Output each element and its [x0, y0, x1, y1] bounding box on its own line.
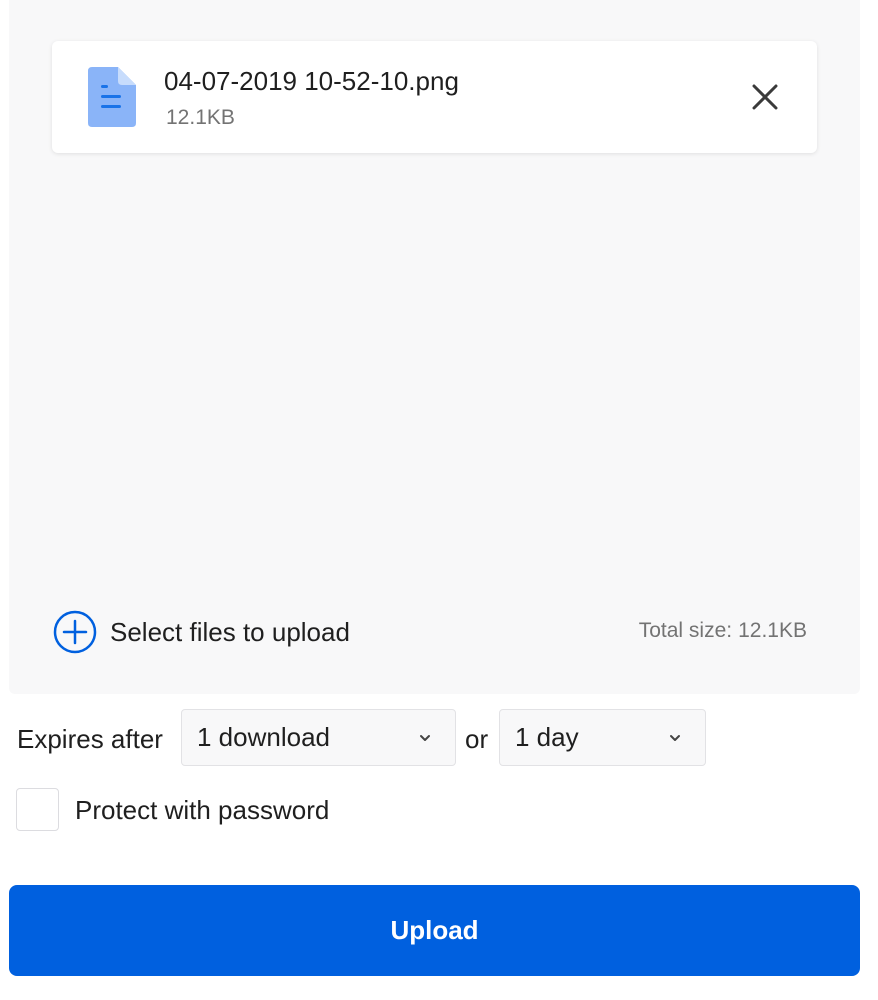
expires-after-label: Expires after: [17, 724, 163, 754]
close-icon: [752, 84, 778, 110]
time-limit-value: 1 day: [515, 722, 579, 752]
time-limit-select[interactable]: 1 day: [499, 709, 706, 766]
password-checkbox[interactable]: [16, 788, 59, 831]
password-checkbox-label[interactable]: Protect with password: [75, 795, 329, 826]
file-size: 12.1KB: [166, 106, 235, 129]
remove-file-button[interactable]: [743, 75, 787, 119]
total-size: Total size: 12.1KB: [639, 619, 807, 643]
or-label: or: [465, 724, 489, 754]
upload-drop-area[interactable]: 04-07-2019 10-52-10.png 12.1KB Select fi…: [9, 0, 860, 694]
chevron-down-icon: [670, 734, 680, 741]
chevron-down-icon: [420, 734, 430, 741]
file-list-item: 04-07-2019 10-52-10.png 12.1KB: [52, 41, 817, 153]
download-limit-select[interactable]: 1 download: [181, 709, 456, 766]
plus-circle-icon: [53, 610, 97, 654]
total-size-label: Total size:: [638, 619, 733, 642]
document-icon: [88, 67, 136, 127]
select-files-label: Select files to upload: [110, 616, 350, 647]
file-name: 04-07-2019 10-52-10.png: [164, 66, 459, 96]
upload-button[interactable]: Upload: [9, 885, 860, 976]
select-files-button[interactable]: Select files to upload: [53, 610, 350, 654]
download-limit-value: 1 download: [197, 722, 330, 752]
total-size-value: 12.1KB: [738, 619, 807, 642]
